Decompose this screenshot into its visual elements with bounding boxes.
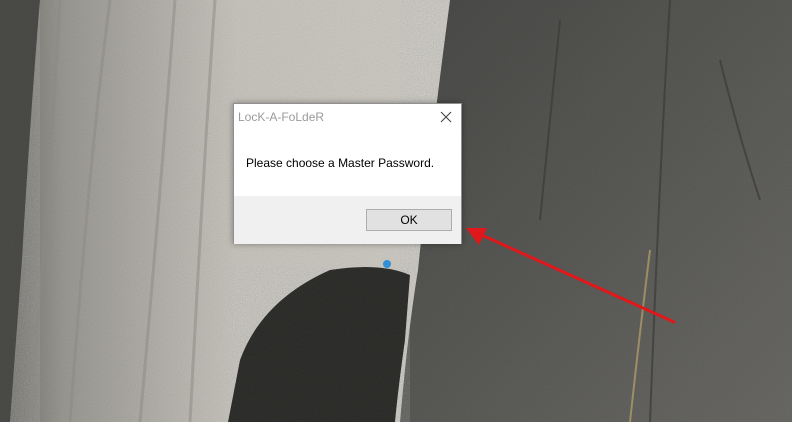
- dialog-message: Please choose a Master Password.: [246, 156, 435, 170]
- dialog-title: LocK-A-FoLdeR: [238, 110, 325, 124]
- close-button[interactable]: [431, 104, 461, 130]
- close-icon: [440, 111, 452, 123]
- dialog-footer: OK: [234, 196, 461, 244]
- message-dialog: LocK-A-FoLdeR Please choose a Master Pas…: [233, 103, 462, 244]
- ok-button[interactable]: OK: [366, 209, 452, 231]
- dialog-titlebar[interactable]: LocK-A-FoLdeR: [234, 104, 461, 130]
